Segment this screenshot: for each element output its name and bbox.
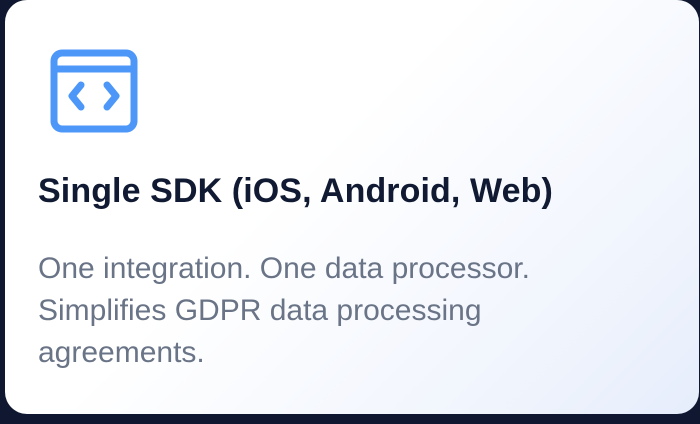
card-title: Single SDK (iOS, Android, Web) (38, 172, 553, 210)
feature-card: Single SDK (iOS, Android, Web) One integ… (5, 0, 699, 414)
code-window-icon (49, 48, 139, 134)
card-description: One integration. One data processor. Sim… (38, 252, 530, 369)
